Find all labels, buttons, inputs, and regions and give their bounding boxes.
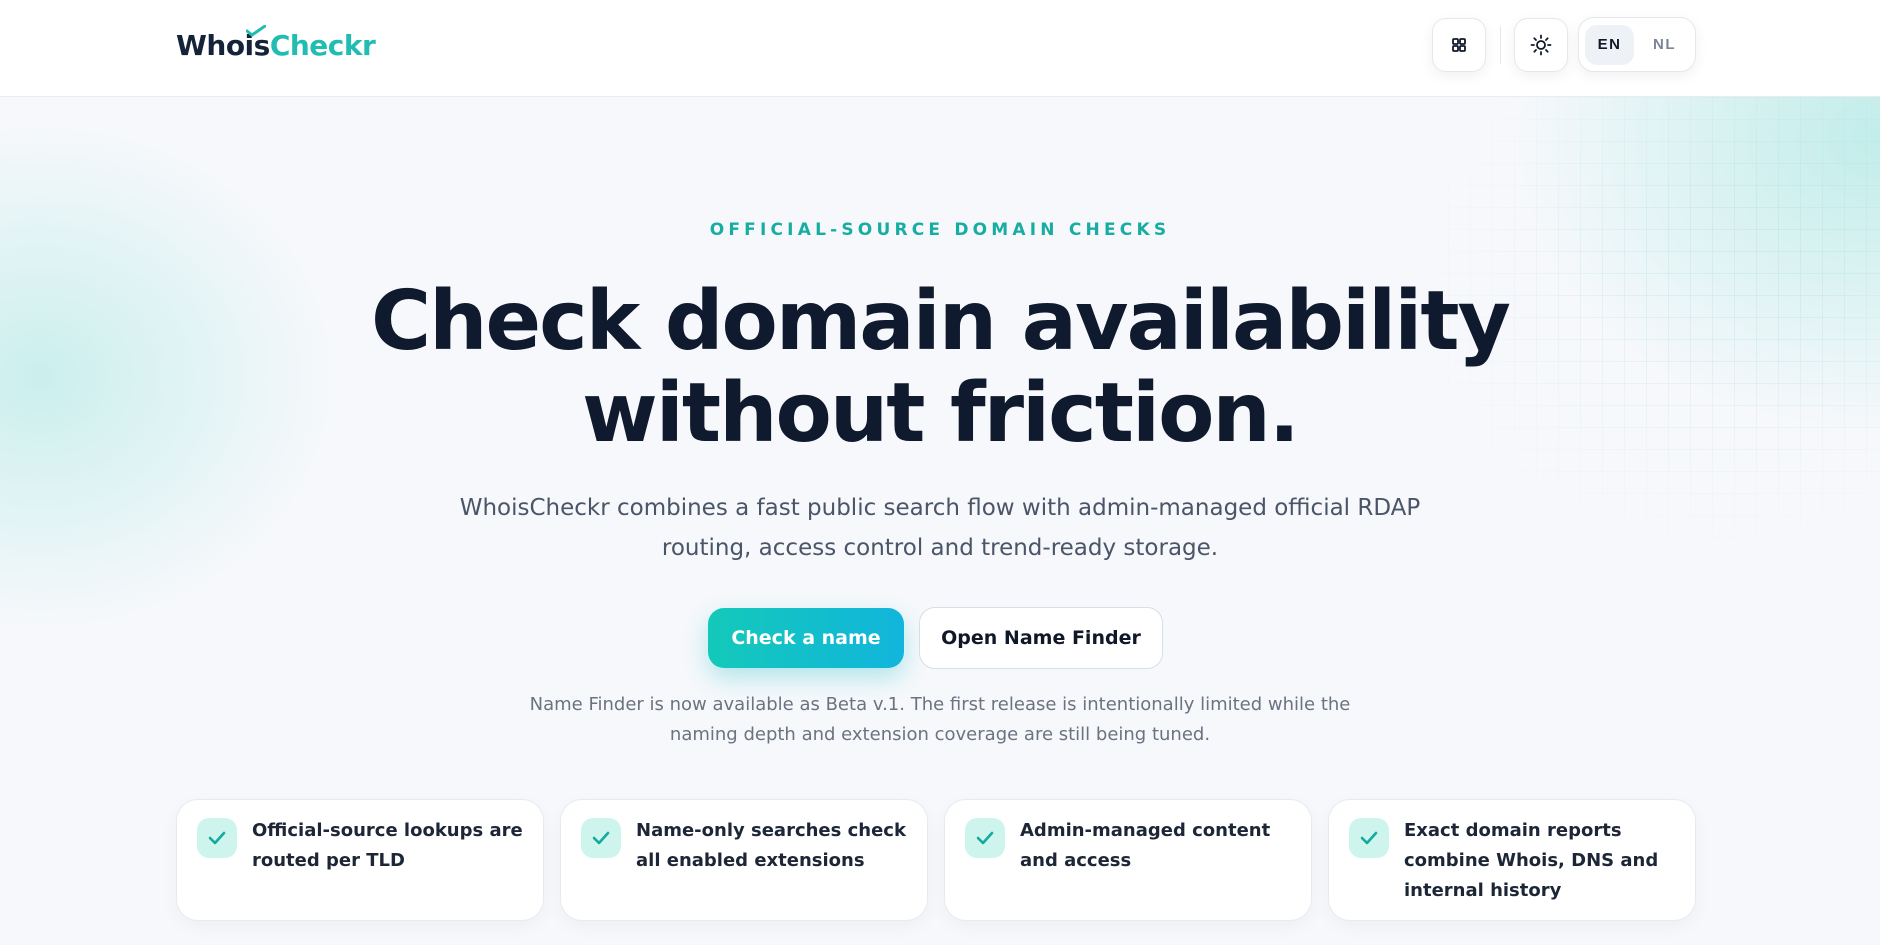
- hero-headline: Check domain availability without fricti…: [340, 276, 1540, 460]
- brand-logo[interactable]: Whois Checkr: [176, 25, 376, 62]
- feature-card: Exact domain reports combine Whois, DNS …: [1328, 799, 1696, 921]
- open-name-finder-button[interactable]: Open Name Finder: [919, 607, 1163, 669]
- language-nl[interactable]: NL: [1640, 25, 1689, 65]
- check-icon: [965, 818, 1005, 858]
- hero-eyebrow: OFFICIAL-SOURCE DOMAIN CHECKS: [709, 220, 1171, 240]
- apps-button[interactable]: [1432, 18, 1486, 72]
- feature-text: Official-source lookups are routed per T…: [252, 820, 523, 871]
- sun-icon: [1530, 34, 1552, 56]
- beta-note: Name Finder is now available as Beta v.1…: [529, 694, 1351, 745]
- headline-line-1: Check domain availability: [370, 274, 1511, 369]
- hero-subtitle: WhoisCheckr combines a fast public searc…: [459, 495, 1421, 561]
- feature-text: Admin-managed content and access: [1020, 820, 1271, 871]
- check-name-button[interactable]: Check a name: [708, 608, 904, 668]
- feature-card: Name-only searches check all enabled ext…: [560, 799, 928, 921]
- logo-check-icon: [246, 25, 266, 37]
- feature-list: Official-source lookups are routed per T…: [176, 799, 1696, 921]
- grid-icon: [1452, 38, 1466, 52]
- theme-toggle-button[interactable]: [1514, 18, 1568, 72]
- check-icon: [1349, 818, 1389, 858]
- language-en[interactable]: EN: [1585, 24, 1634, 65]
- headline-line-2: without friction.: [582, 366, 1300, 461]
- language-switcher: EN NL: [1578, 17, 1696, 72]
- check-icon: [581, 818, 621, 858]
- feature-card: Official-source lookups are routed per T…: [176, 799, 544, 921]
- check-icon: [197, 818, 237, 858]
- feature-card: Admin-managed content and access: [944, 799, 1312, 921]
- feature-text: Name-only searches check all enabled ext…: [636, 820, 906, 871]
- feature-text: Exact domain reports combine Whois, DNS …: [1404, 820, 1659, 901]
- top-navigation: Whois Checkr EN NL: [0, 0, 1880, 97]
- header-divider: [1500, 26, 1501, 64]
- brand-name-part2: Checkr: [269, 29, 376, 62]
